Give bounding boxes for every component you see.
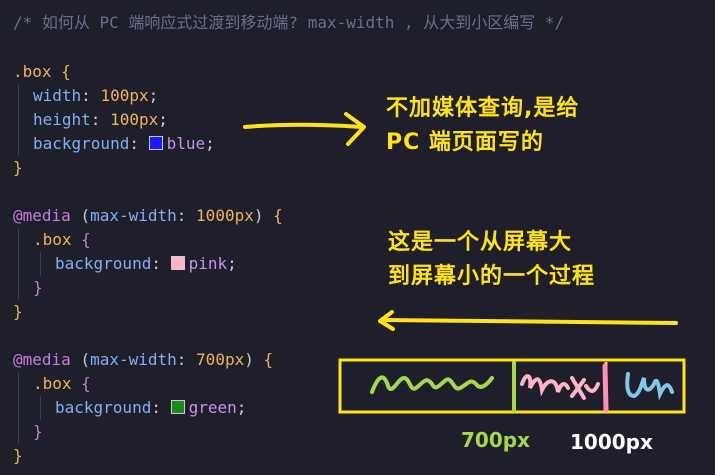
right-arrow-icon (243, 122, 364, 129)
blue-scribble-icon (625, 372, 674, 401)
annotation-drawings (243, 112, 686, 414)
annotation-line: 这是一个从屏幕大 (388, 230, 573, 255)
left-arrow-icon (380, 318, 678, 325)
annotation-note-pc: 不加媒体查询,是给 PC 端页面写的 (386, 92, 579, 160)
divider-1000-pink (602, 363, 609, 413)
annotation-note-process: 这是一个从屏幕大 到屏幕小的一个过程 (388, 226, 595, 294)
green-scribble-icon (370, 375, 494, 394)
annotation-line: 到屏幕小的一个过程 (388, 264, 596, 289)
annotation-line: 不加媒体查询,是给 (386, 96, 580, 121)
arrow-head-icon (344, 112, 366, 146)
label-1000px: 1000px (570, 430, 653, 454)
pink-scribble-icon (520, 374, 600, 400)
label-700px: 700px (461, 428, 530, 452)
annotation-line: PC 端页面写的 (386, 130, 544, 155)
